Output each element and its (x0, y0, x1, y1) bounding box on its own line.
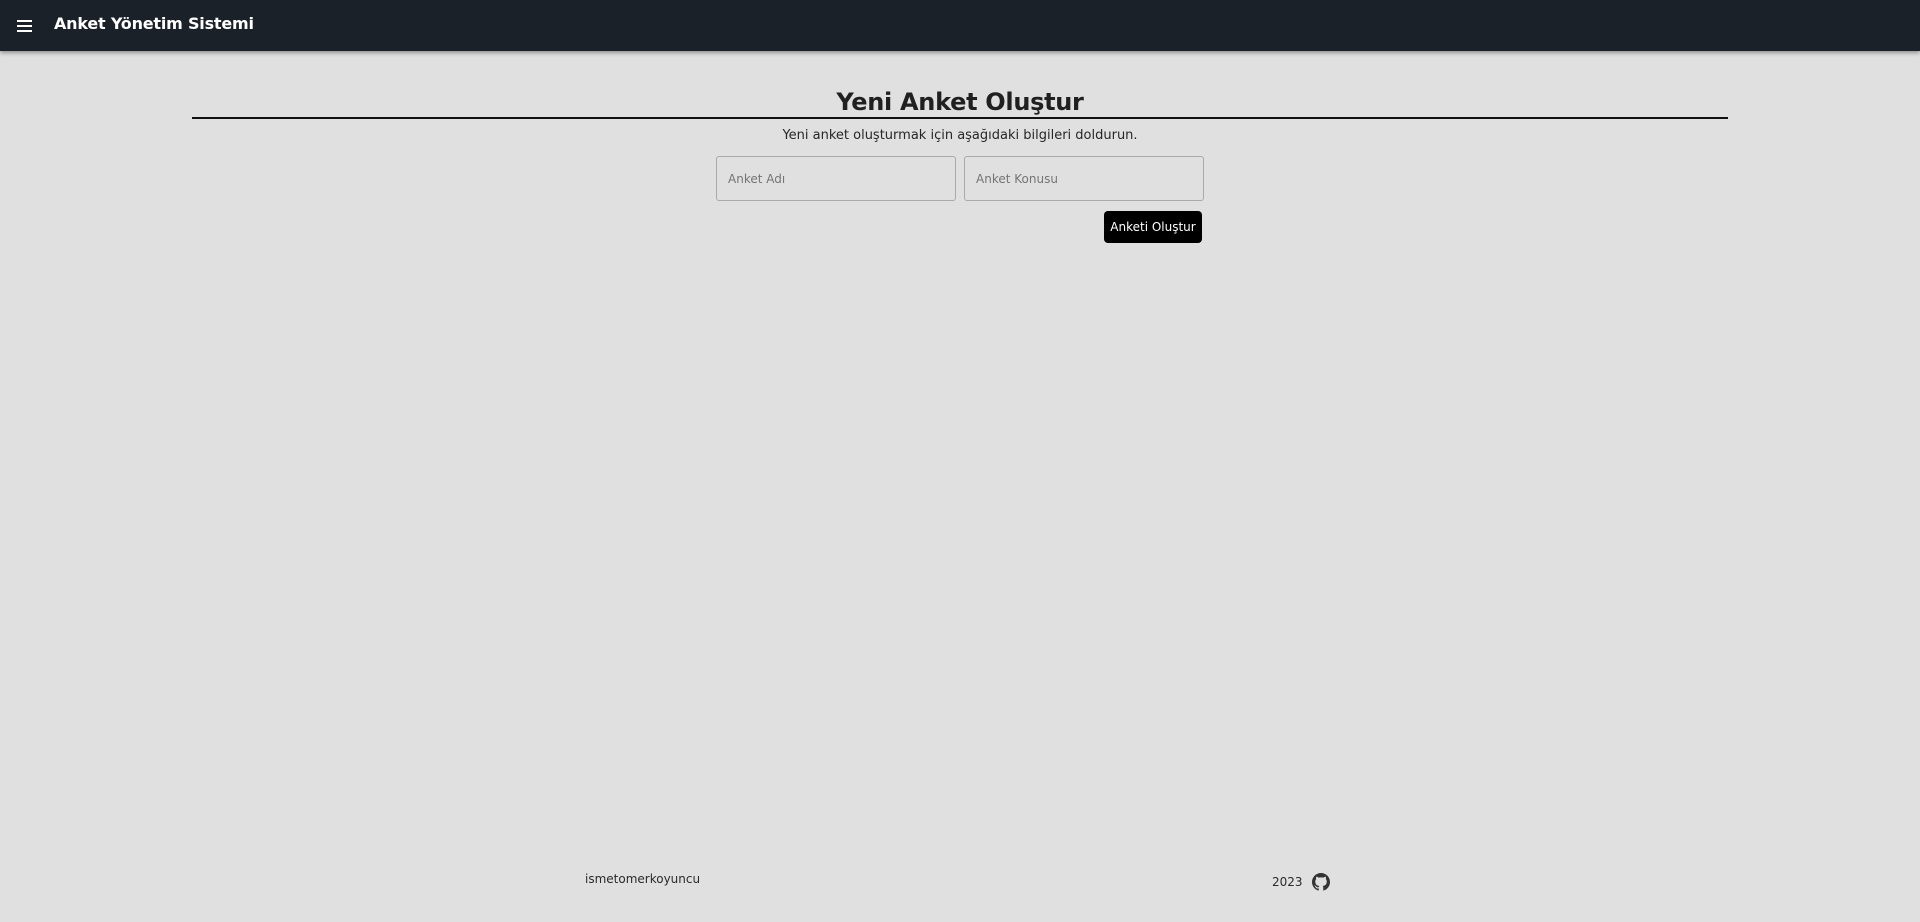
page-title: Yeni Anket Oluştur (836, 88, 1084, 116)
create-survey-button[interactable]: Anketi Oluştur (1104, 211, 1202, 243)
menu-line (17, 30, 32, 32)
hamburger-menu-icon[interactable] (14, 15, 36, 37)
app-bar: Anket Yönetim Sistemi (0, 0, 1920, 51)
app-title: Anket Yönetim Sistemi (54, 14, 254, 33)
page-subtitle: Yeni anket oluşturmak için aşağıdaki bil… (782, 128, 1138, 143)
survey-topic-input[interactable] (964, 156, 1204, 201)
survey-name-input[interactable] (716, 156, 956, 201)
github-icon[interactable] (1312, 873, 1330, 891)
menu-line (17, 20, 32, 22)
menu-line (17, 25, 32, 27)
footer-username[interactable]: ismetomerkoyuncu (585, 872, 700, 886)
footer-year: 2023 (1272, 875, 1303, 889)
title-divider (192, 117, 1728, 119)
github-icon-svg (1312, 873, 1330, 891)
